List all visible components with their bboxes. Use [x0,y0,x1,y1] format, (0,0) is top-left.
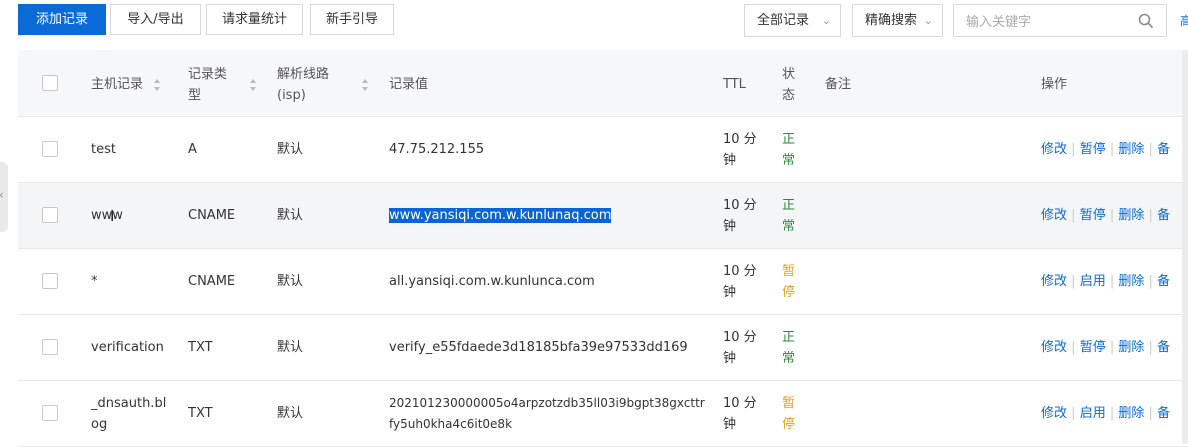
type-cell: CNAME [188,208,236,223]
line-cell: 默认 [277,208,304,223]
row-checkbox[interactable] [42,405,58,421]
selected-text[interactable]: www.yansiqi.com.w.kunlunaq.com [389,208,612,223]
toggle-link[interactable]: 启用 [1080,274,1106,289]
row-checkbox[interactable] [42,207,58,223]
scroll-edge [1182,50,1188,444]
value-cell: all.yansiqi.com.w.kunlunca.com [389,274,595,289]
remark-link[interactable]: 备 [1157,406,1170,421]
row-checkbox[interactable] [42,339,58,355]
select-all-checkbox[interactable] [42,75,58,91]
sort-icon[interactable] [361,78,369,92]
status-cell: 正常 [782,132,796,168]
ttl-cell: 10 分钟 [723,396,757,432]
header-type: 记录类型 [188,67,228,103]
line-cell: 默认 [277,274,304,289]
delete-link[interactable]: 删除 [1118,142,1144,157]
ttl-cell: 10 分钟 [723,198,757,234]
value-cell: 202101230000005o4arpzotzdb35ll03i9bgpt38… [389,396,705,431]
row-actions: 修改 | 暂停 | 删除 | 备 [1041,142,1171,157]
header-ttl: TTL [723,77,746,92]
header-line: 解析线路(isp) [277,67,330,103]
text-cursor-icon: I [110,207,115,225]
status-cell: 正常 [782,198,796,234]
edit-link[interactable]: 修改 [1041,406,1067,421]
line-cell: 默认 [277,340,304,355]
search-mode-select[interactable]: 精确搜索 ⌄ [852,4,943,37]
type-cell: CNAME [188,274,236,289]
edit-link[interactable]: 修改 [1041,208,1067,223]
host-cell: test [91,142,116,157]
status-cell: 暂停 [782,396,796,432]
add-record-button[interactable]: 添加记录 [18,4,106,35]
table-row: test A 默认 47.75.212.155 10 分钟 正常 修改 | 暂停… [18,117,1188,183]
side-collapse-handle[interactable]: ‹ [0,162,8,232]
delete-link[interactable]: 删除 [1118,274,1144,289]
toggle-link[interactable]: 暂停 [1080,208,1106,223]
chevron-down-icon: ⌄ [821,14,831,27]
table-row: verification TXT 默认 verify_e55fdaede3d18… [18,315,1188,381]
toggle-link[interactable]: 暂停 [1080,142,1106,157]
table-header: 主机记录 记录类型 解析线路(isp) 记录值 TTL 状态 备注 操作 [18,50,1188,117]
advanced-link-partial[interactable]: 高 [1180,12,1188,29]
host-cell: * [91,274,98,289]
line-cell: 默认 [277,406,304,421]
line-cell: 默认 [277,142,304,157]
header-host: 主机记录 [91,77,144,92]
type-cell: TXT [188,340,213,355]
value-cell: verify_e55fdaede3d18185bfa39e97533dd169 [389,340,688,355]
toolbar: 添加记录 导入/导出 请求量统计 新手引导 全部记录 ⌄ 精确搜索 ⌄ 高 [0,0,1188,50]
toggle-link[interactable]: 启用 [1080,406,1106,421]
request-stats-button[interactable]: 请求量统计 [206,4,303,35]
delete-link[interactable]: 删除 [1118,406,1144,421]
ttl-cell: 10 分钟 [723,330,757,366]
edit-link[interactable]: 修改 [1041,142,1067,157]
new-user-guide-button[interactable]: 新手引导 [310,4,394,35]
value-cell: 47.75.212.155 [389,142,485,157]
type-cell: TXT [188,406,213,421]
row-actions: 修改 | 暂停 | 删除 | 备 [1041,340,1171,355]
toggle-link[interactable]: 暂停 [1080,340,1106,355]
search-input[interactable] [964,11,1128,33]
import-export-button[interactable]: 导入/导出 [110,4,201,35]
remark-link[interactable]: 备 [1157,208,1170,223]
chevron-down-icon: ⌄ [923,14,933,27]
ttl-cell: 10 分钟 [723,264,757,300]
row-actions: 修改 | 暂停 | 删除 | 备 [1041,208,1171,223]
table-row: _dnsauth.blog TXT 默认 202101230000005o4ar… [18,381,1188,447]
host-cell: www [91,208,123,223]
status-cell: 正常 [782,330,796,366]
header-status: 状态 [782,67,796,103]
remark-link[interactable]: 备 [1157,142,1170,157]
record-filter-value: 全部记录 [757,13,810,28]
sort-icon[interactable] [153,78,161,92]
host-cell: verification [91,340,164,355]
status-cell: 暂停 [782,264,796,300]
edit-link[interactable]: 修改 [1041,340,1067,355]
header-remark: 备注 [825,77,852,92]
row-checkbox[interactable] [42,141,58,157]
ttl-cell: 10 分钟 [723,132,757,168]
delete-link[interactable]: 删除 [1118,340,1144,355]
search-box[interactable] [953,4,1167,37]
sort-icon[interactable] [249,78,257,92]
header-value: 记录值 [389,77,429,92]
type-cell: A [188,142,197,157]
edit-link[interactable]: 修改 [1041,274,1067,289]
row-checkbox[interactable] [42,273,58,289]
row-actions: 修改 | 启用 | 删除 | 备 [1041,406,1171,421]
value-cell: www.yansiqi.com.w.kunlunaq.com [389,205,612,226]
table-row: * CNAME 默认 all.yansiqi.com.w.kunlunca.co… [18,249,1188,315]
chevron-left-icon: ‹ [0,188,4,202]
table-row: www CNAME 默认 www.yansiqi.com.w.kunlunaq.… [18,183,1188,249]
host-cell: _dnsauth.blog [91,396,167,432]
remark-link[interactable]: 备 [1157,340,1170,355]
delete-link[interactable]: 删除 [1118,208,1144,223]
search-mode-value: 精确搜索 [865,13,918,28]
row-actions: 修改 | 启用 | 删除 | 备 [1041,274,1171,289]
record-filter-select[interactable]: 全部记录 ⌄ [744,4,841,37]
remark-link[interactable]: 备 [1157,274,1170,289]
header-ops: 操作 [1041,77,1068,92]
search-icon[interactable] [1138,13,1154,29]
